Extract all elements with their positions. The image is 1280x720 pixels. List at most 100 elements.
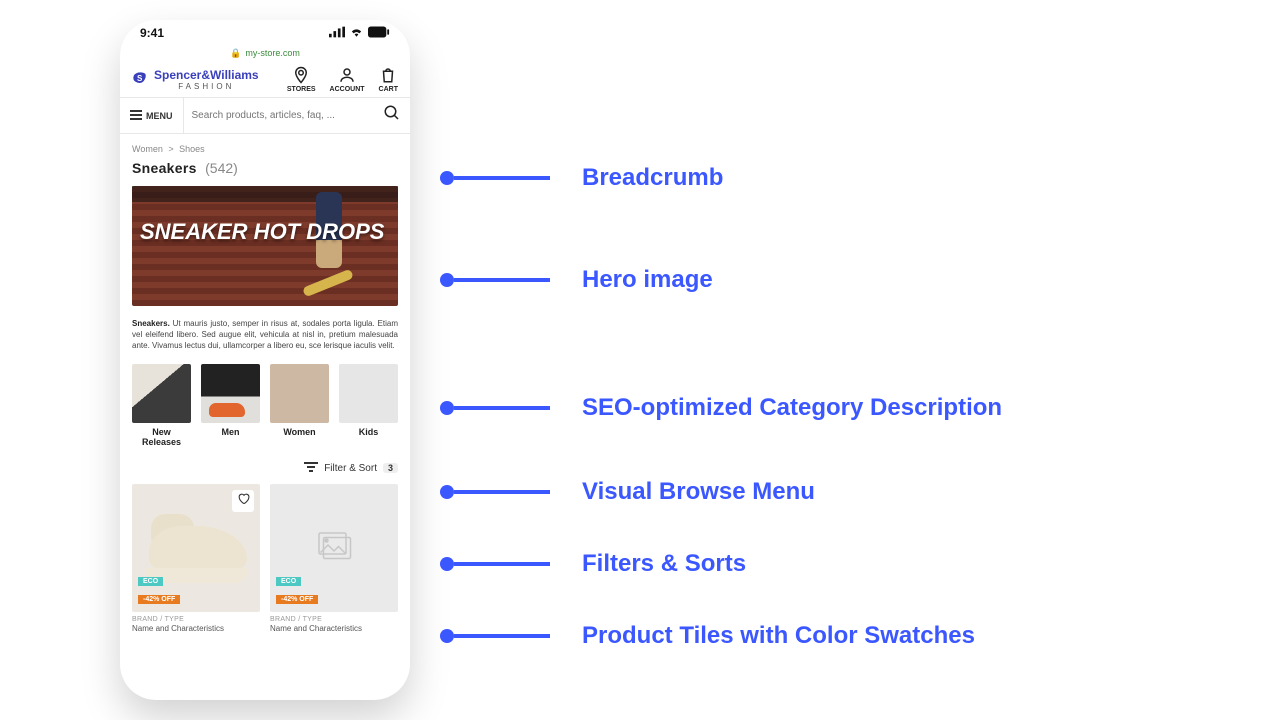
browse-thumb [339, 364, 398, 423]
callout-line [454, 634, 550, 638]
category-title: Sneakers (542) [132, 160, 398, 178]
brand-logo[interactable]: S Spencer&Williams FASHION [132, 68, 259, 91]
annotation-callout: Filters & Sorts [440, 550, 746, 578]
wifi-icon [349, 26, 364, 41]
stores-button[interactable]: STORES [287, 66, 316, 93]
battery-icon [368, 26, 390, 41]
status-time: 9:41 [140, 26, 164, 40]
browse-item-men[interactable]: Men [201, 364, 260, 447]
hero-headline: SNEAKER HOT DROPS [140, 220, 388, 243]
product-brand-type: BRAND / TYPE [270, 616, 398, 623]
annotation-callout: Visual Browse Menu [440, 478, 815, 506]
product-tile[interactable]: ECO -42% OFF BRAND / TYPE Name and Chara… [132, 484, 260, 633]
brand-badge-icon: S [132, 70, 148, 89]
browse-label: Kids [339, 427, 398, 437]
stores-label: STORES [287, 86, 316, 93]
location-pin-icon [292, 66, 310, 86]
breadcrumb-level-2[interactable]: Shoes [179, 144, 205, 154]
product-tiles: ECO -42% OFF BRAND / TYPE Name and Chara… [132, 484, 398, 633]
annotation-callout: Product Tiles with Color Swatches [440, 622, 975, 650]
heart-icon [237, 492, 250, 510]
browse-label: Women [270, 427, 329, 437]
callout-label: Breadcrumb [582, 164, 723, 192]
product-name: Name and Characteristics [270, 624, 398, 633]
browse-thumb [270, 364, 329, 423]
callout-label: Hero image [582, 266, 713, 294]
category-count: (542) [205, 160, 238, 176]
callout-line [454, 490, 550, 494]
seo-lead: Sneakers. [132, 319, 170, 328]
product-name: Name and Characteristics [132, 624, 260, 633]
status-bar: 9:41 [120, 20, 410, 46]
svg-text:S: S [137, 74, 143, 83]
browse-label: Men [201, 427, 260, 437]
brand-name: Spencer&Williams [154, 68, 259, 82]
annotation-callout: Breadcrumb [440, 164, 723, 192]
seo-body: Ut mauris justo, semper in risus at, sod… [132, 319, 398, 350]
browse-thumb [132, 364, 191, 423]
browse-label: New Releases [132, 427, 191, 447]
eco-badge: ECO [138, 577, 163, 586]
breadcrumb-level-1[interactable]: Women [132, 144, 163, 154]
callout-line [454, 278, 550, 282]
cart-button[interactable]: CART [379, 66, 398, 93]
callout-dot-icon [440, 273, 454, 287]
signal-icon [329, 26, 345, 41]
browse-item-women[interactable]: Women [270, 364, 329, 447]
discount-badge: -42% OFF [276, 595, 318, 604]
product-image: ECO -42% OFF [270, 484, 398, 612]
callout-label: Filters & Sorts [582, 550, 746, 578]
product-image: ECO -42% OFF [132, 484, 260, 612]
search-icon [383, 104, 401, 127]
browse-thumb [201, 364, 260, 423]
brand-subtitle: FASHION [154, 82, 259, 91]
category-name: Sneakers [132, 160, 197, 176]
search-button[interactable] [374, 104, 410, 127]
account-button[interactable]: ACCOUNT [330, 66, 365, 93]
filter-sort-label: Filter & Sort [324, 463, 377, 474]
callout-dot-icon [440, 629, 454, 643]
image-placeholder-icon [316, 530, 352, 565]
wishlist-button[interactable] [232, 490, 254, 512]
product-tile[interactable]: ECO -42% OFF BRAND / TYPE Name and Chara… [270, 484, 398, 633]
visual-browse-menu: New Releases Men Women Kids [132, 364, 398, 447]
annotation-callouts: Breadcrumb Hero image SEO-optimized Catego… [440, 0, 1260, 720]
callout-label: Visual Browse Menu [582, 478, 815, 506]
phone-mockup: 9:41 🔒 my-store.com S Spencer&Williams F… [120, 20, 410, 700]
callout-label: Product Tiles with Color Swatches [582, 622, 975, 650]
filter-sort-bar[interactable]: Filter & Sort 3 [132, 461, 398, 476]
status-indicators [329, 26, 390, 41]
address-bar[interactable]: 🔒 my-store.com [120, 46, 410, 60]
breadcrumb[interactable]: Women > Shoes [132, 144, 398, 154]
eco-badge: ECO [276, 577, 301, 586]
callout-line [454, 176, 550, 180]
discount-badge: -42% OFF [138, 595, 180, 604]
cart-label: CART [379, 86, 398, 93]
callout-dot-icon [440, 485, 454, 499]
product-brand-type: BRAND / TYPE [132, 616, 260, 623]
menu-label: MENU [146, 111, 173, 121]
search-row: MENU [120, 98, 410, 134]
hamburger-icon [130, 110, 142, 122]
filter-count-badge: 3 [383, 463, 398, 473]
seo-description: Sneakers. Ut mauris justo, semper in ris… [132, 318, 398, 352]
shopping-bag-icon [379, 66, 397, 86]
browse-item-new-releases[interactable]: New Releases [132, 364, 191, 447]
search-input[interactable] [184, 110, 375, 121]
callout-line [454, 562, 550, 566]
hero-image[interactable]: SNEAKER HOT DROPS [132, 186, 398, 306]
callout-line [454, 406, 550, 410]
callout-dot-icon [440, 557, 454, 571]
browse-item-kids[interactable]: Kids [339, 364, 398, 447]
account-icon [338, 66, 356, 86]
callout-dot-icon [440, 171, 454, 185]
account-label: ACCOUNT [330, 86, 365, 93]
callout-dot-icon [440, 401, 454, 415]
callout-label: SEO-optimized Category Description [582, 394, 1002, 422]
annotation-callout: SEO-optimized Category Description [440, 394, 1002, 422]
breadcrumb-separator: > [168, 144, 173, 154]
menu-button[interactable]: MENU [120, 98, 184, 133]
filter-icon [304, 461, 318, 476]
lock-icon: 🔒 [230, 48, 241, 59]
annotation-callout: Hero image [440, 266, 713, 294]
